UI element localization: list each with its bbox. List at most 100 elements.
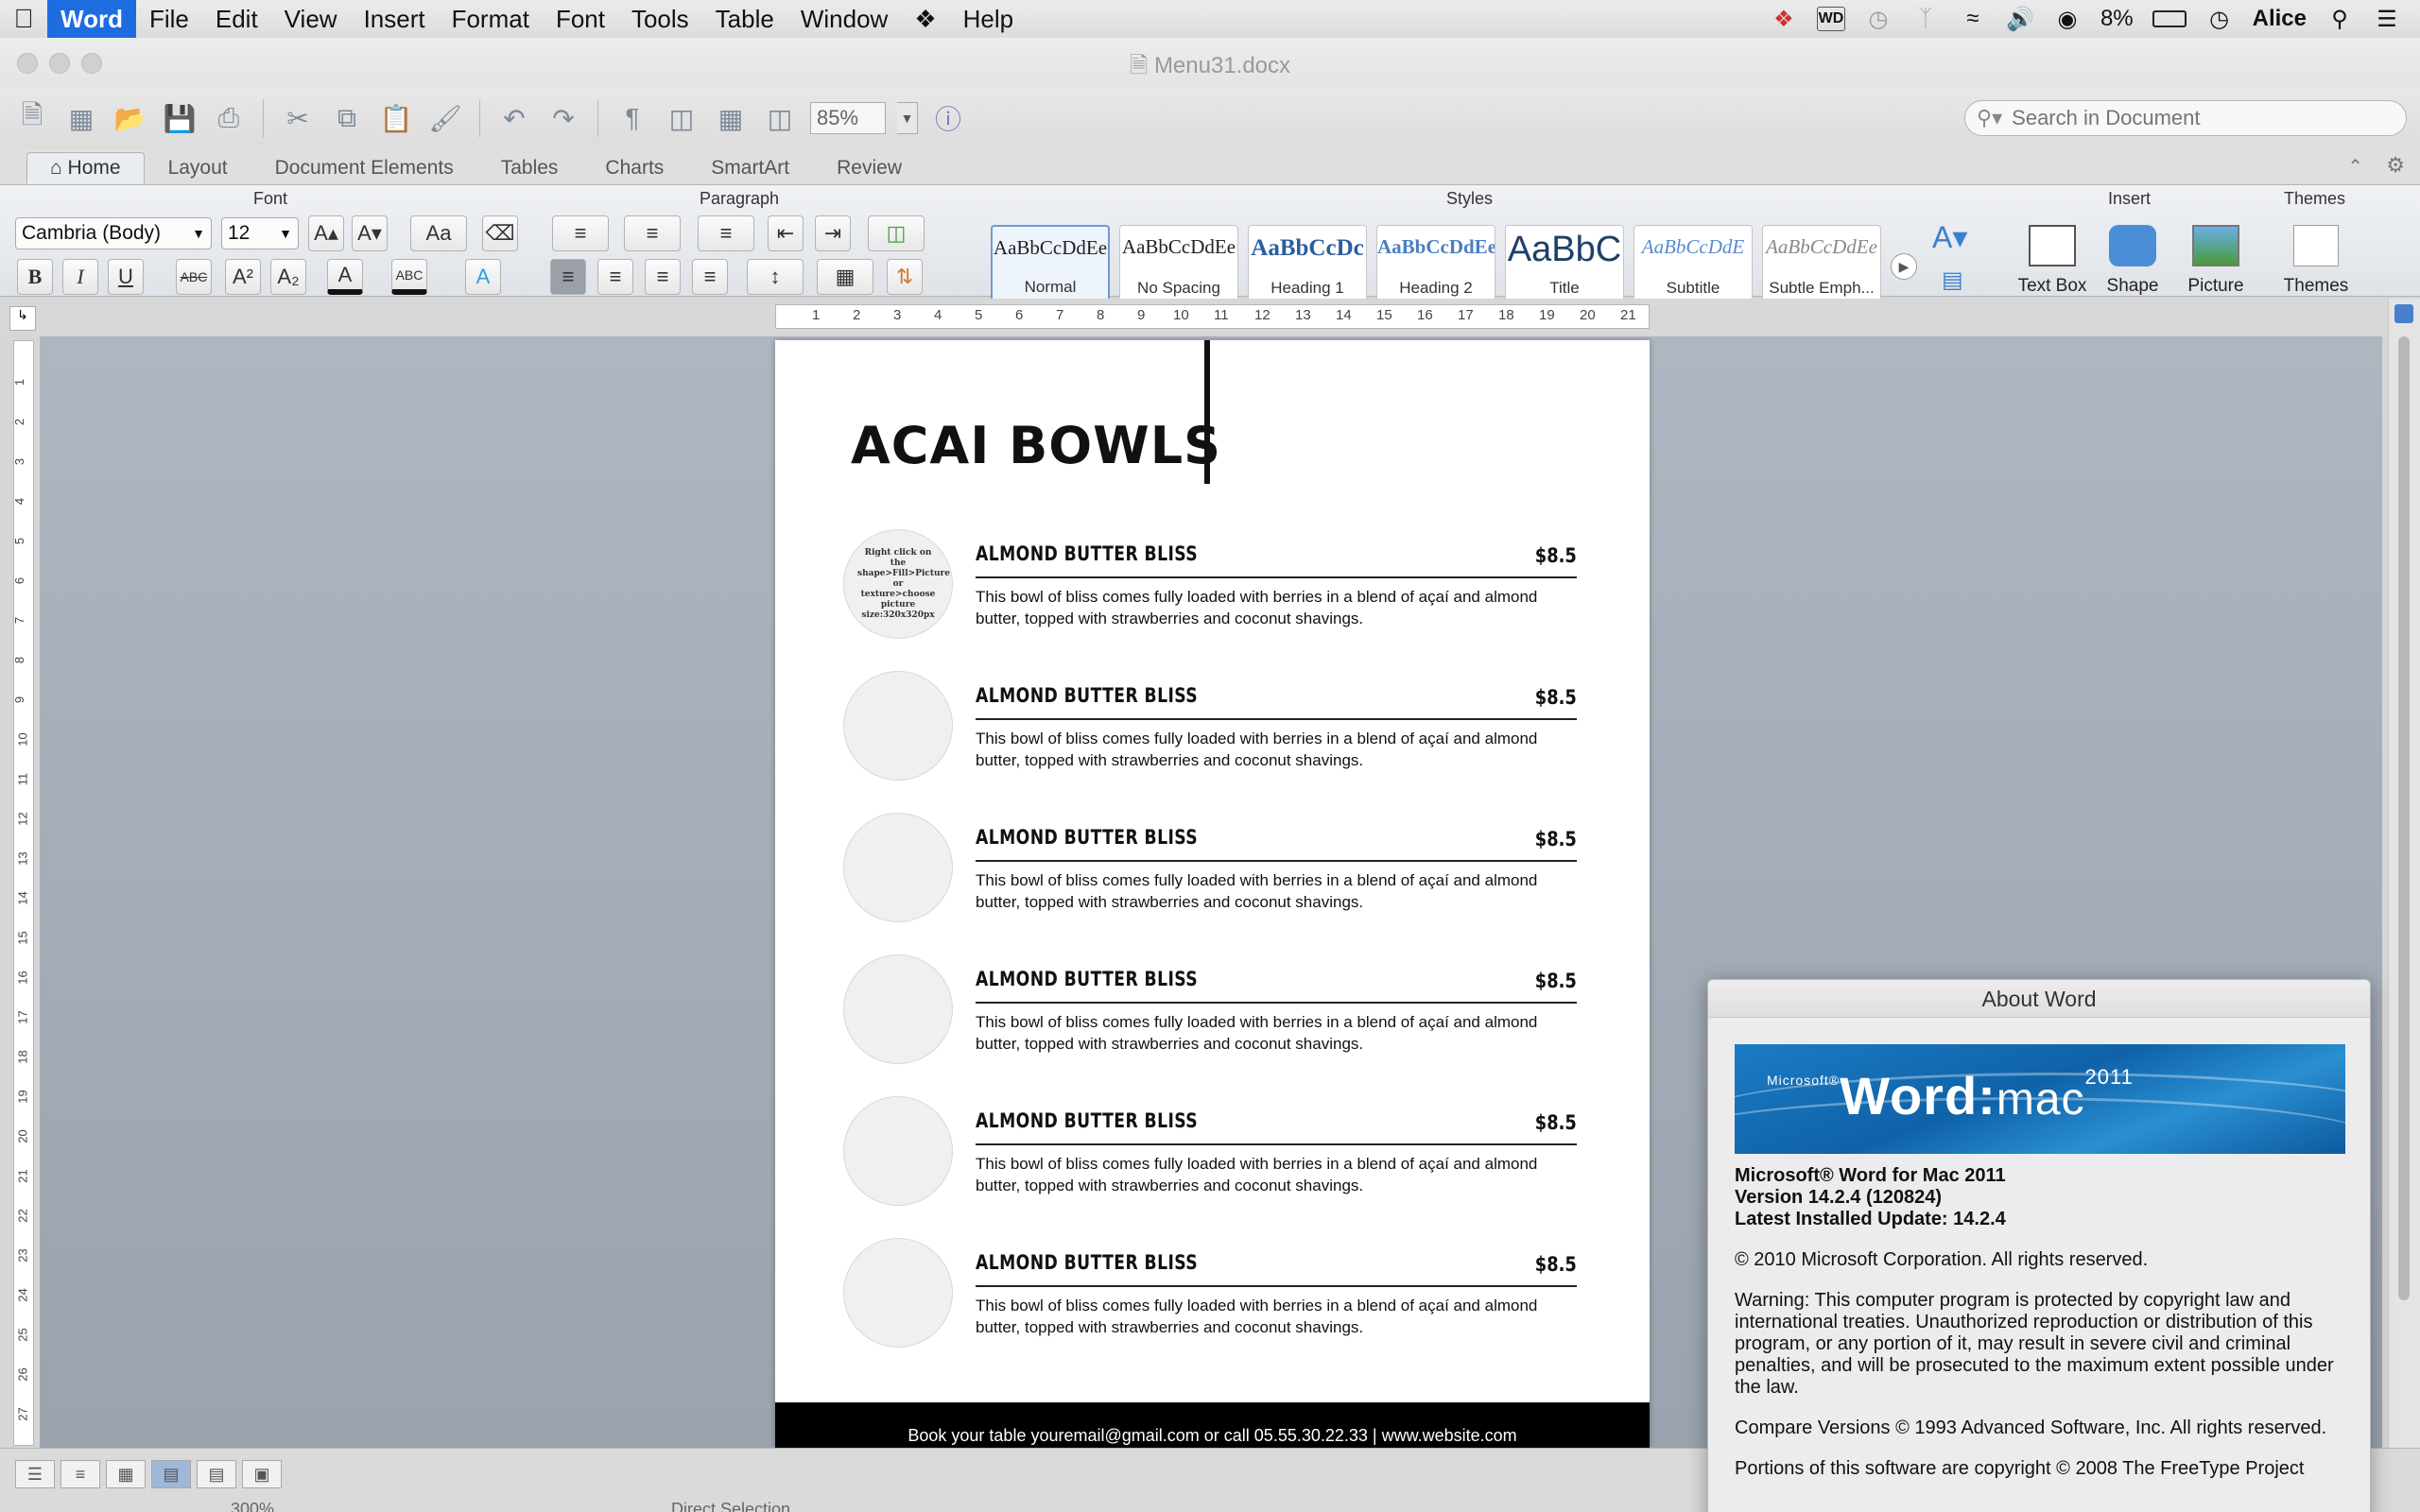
tab-charts[interactable]: Charts (581, 152, 687, 184)
style-title[interactable]: AaBbC Title (1505, 225, 1624, 302)
copy-icon[interactable]: ⧉ (328, 99, 366, 137)
image-placeholder-circle[interactable] (843, 813, 953, 922)
help-icon[interactable]: ⓘ (929, 99, 967, 137)
menu-insert[interactable]: Insert (351, 0, 439, 38)
style-normal[interactable]: AaBbCcDdEe Normal (991, 225, 1110, 302)
full-screen-view-icon[interactable]: ▣ (242, 1460, 282, 1488)
paste-icon[interactable]: 📋 (377, 99, 415, 137)
image-placeholder-circle[interactable] (843, 1238, 953, 1348)
change-case-icon[interactable]: Aa (410, 215, 467, 251)
toolbox-icon[interactable]: ◫ (761, 99, 799, 137)
notification-center-icon[interactable]: ☰ (2373, 7, 2401, 32)
scroll-thumb[interactable] (2398, 336, 2410, 1300)
themes-button[interactable]: Themes (2278, 225, 2354, 297)
clock-icon[interactable]: ◷ (2205, 7, 2234, 32)
tab-stop-selector-icon[interactable]: ↳ (9, 306, 36, 331)
multilevel-list-button[interactable]: ≡ (698, 215, 754, 251)
draft-view-icon[interactable]: ☰ (15, 1460, 55, 1488)
print-layout-view-icon[interactable]: ▤ (151, 1460, 191, 1488)
apple-menu-icon[interactable]:  (0, 4, 47, 34)
footer-text[interactable]: Book your table youremail@gmail.com or c… (775, 1426, 1650, 1446)
tab-layout[interactable]: Layout (145, 152, 251, 184)
columns-button[interactable]: ◫ (868, 215, 925, 251)
align-right-button[interactable]: ≡ (645, 259, 681, 295)
styles-pane-icon[interactable]: ▤ (1942, 266, 1963, 294)
horizontal-ruler[interactable]: 1 2 3 4 5 6 7 8 9 10 11 12 13 14 15 16 1… (775, 304, 1650, 329)
highlight-button[interactable]: ABC (391, 259, 427, 295)
style-subtitle[interactable]: AaBbCcDdE Subtitle (1634, 225, 1753, 302)
menu-table[interactable]: Table (702, 0, 787, 38)
text-effects-button[interactable]: A (465, 259, 501, 295)
menu-item[interactable]: Right click on the shape>Fill>Picture or… (843, 529, 1577, 643)
vertical-scrollbar[interactable] (2388, 299, 2420, 1448)
format-painter-icon[interactable]: 🖌 (426, 99, 464, 137)
scroll-up-icon[interactable] (2394, 304, 2413, 323)
bold-button[interactable]: B (17, 259, 53, 295)
undo-icon[interactable]: ↶ (495, 99, 533, 137)
volume-icon[interactable]: 🔊 (2006, 7, 2034, 32)
menu-view[interactable]: View (271, 0, 351, 38)
menu-edit[interactable]: Edit (202, 0, 271, 38)
numbering-button[interactable]: ≡ (624, 215, 681, 251)
wifi-icon[interactable]: ≈ (1959, 6, 1987, 31)
menu-title[interactable]: ACAI BOWLS (851, 416, 1221, 475)
justify-button[interactable]: ≡ (692, 259, 728, 295)
shape-button[interactable]: Shape (2095, 225, 2170, 297)
save-icon[interactable]: 💾 (161, 99, 199, 137)
new-document-icon[interactable]: 🗎 (13, 99, 51, 137)
tab-review[interactable]: Review (813, 152, 925, 184)
show-formatting-icon[interactable]: ¶ (614, 99, 651, 137)
align-left-button[interactable]: ≡ (550, 259, 586, 295)
vpn-icon[interactable]: ◉ (2053, 7, 2082, 32)
borders-button[interactable]: ▦ (817, 259, 873, 295)
script-menu-icon[interactable]: ❖ (901, 0, 949, 38)
search-in-document[interactable]: ⚲▾ (1964, 100, 2407, 136)
clear-formatting-icon[interactable]: ⌫ (482, 215, 518, 251)
style-heading-2[interactable]: AaBbCcDdEe Heading 2 (1376, 225, 1495, 302)
tab-document-elements[interactable]: Document Elements (251, 152, 477, 184)
font-name-field[interactable]: Cambria (Body) ▼ (15, 217, 212, 249)
menu-help[interactable]: Help (950, 0, 1027, 38)
bluetooth-icon[interactable]: ᛉ (1911, 6, 1940, 31)
tab-tables[interactable]: Tables (477, 152, 582, 184)
styles-next-icon[interactable]: ▶ (1891, 253, 1917, 280)
font-size-field[interactable]: 12 ▼ (221, 217, 299, 249)
menu-item[interactable]: ALMOND BUTTER BLISS $8.5 This bowl of bl… (843, 954, 1577, 1068)
subscript-button[interactable]: A₂ (270, 259, 306, 295)
superscript-button[interactable]: A² (225, 259, 261, 295)
gallery-icon[interactable]: ▦ (712, 99, 750, 137)
manage-styles-icon[interactable]: A▾ (1932, 219, 1967, 255)
open-icon[interactable]: 📂 (112, 99, 149, 137)
align-center-button[interactable]: ≡ (597, 259, 633, 295)
image-placeholder-circle[interactable] (843, 1096, 953, 1206)
image-placeholder-circle[interactable] (843, 954, 953, 1064)
menu-file[interactable]: File (136, 0, 202, 38)
zoom-dropdown-icon[interactable]: ▼ (897, 102, 918, 134)
publishing-view-icon[interactable]: ▦ (106, 1460, 146, 1488)
style-subtle-emphasis[interactable]: AaBbCcDdEe Subtle Emph... (1762, 225, 1881, 302)
menu-item[interactable]: ALMOND BUTTER BLISS $8.5 This bowl of bl… (843, 1238, 1577, 1351)
menu-tools[interactable]: Tools (618, 0, 702, 38)
font-color-button[interactable]: A (327, 259, 363, 295)
image-placeholder-circle[interactable] (843, 671, 953, 781)
ribbon-settings-icon[interactable]: ⚙ (2386, 153, 2405, 178)
image-placeholder-circle[interactable]: Right click on the shape>Fill>Picture or… (843, 529, 953, 639)
search-input[interactable] (2012, 106, 2391, 130)
print-icon[interactable]: ⎙ (210, 99, 248, 137)
menu-item[interactable]: ALMOND BUTTER BLISS $8.5 This bowl of bl… (843, 671, 1577, 784)
document-page[interactable]: ACAI BOWLS Right click on the shape>Fill… (775, 340, 1650, 1448)
strikethrough-button[interactable]: ABC (176, 259, 212, 295)
vertical-ruler[interactable]: 1 2 3 4 5 6 7 8 9 10 11 12 13 14 15 16 1… (12, 340, 34, 1446)
menu-format[interactable]: Format (439, 0, 543, 38)
zoom-field[interactable]: 85% (810, 102, 886, 134)
cut-icon[interactable]: ✂ (279, 99, 317, 137)
menu-window[interactable]: Window (787, 0, 901, 38)
menu-item[interactable]: ALMOND BUTTER BLISS $8.5 This bowl of bl… (843, 1096, 1577, 1210)
text-box-button[interactable]: Text Box (2010, 225, 2095, 297)
templates-icon[interactable]: ▦ (62, 99, 100, 137)
notification-badge-icon[interactable]: ❖ (1770, 7, 1798, 32)
battery-icon[interactable] (2152, 10, 2187, 27)
notebook-view-icon[interactable]: ▤ (197, 1460, 236, 1488)
decrease-indent-button[interactable]: ⇤ (768, 215, 804, 251)
style-no-spacing[interactable]: AaBbCcDdEe No Spacing (1119, 225, 1238, 302)
